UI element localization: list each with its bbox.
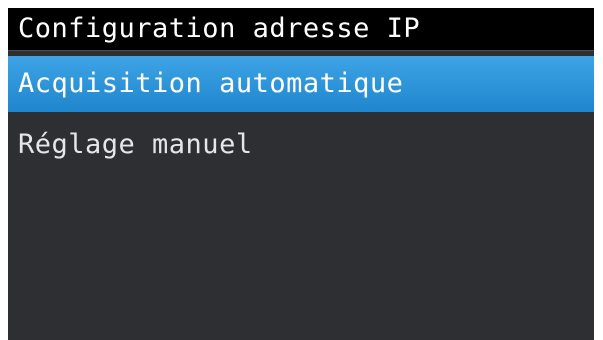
screen-title: Configuration adresse IP (18, 13, 421, 44)
title-bar: Configuration adresse IP (8, 8, 594, 51)
lcd-screen: Configuration adresse IP Acquisition aut… (8, 8, 594, 340)
menu-item-label: Réglage manuel (18, 129, 253, 160)
menu-item-automatic-acquisition[interactable]: Acquisition automatique (8, 56, 594, 112)
menu-item-label: Acquisition automatique (18, 68, 404, 99)
menu-item-manual-setting[interactable]: Réglage manuel (8, 117, 594, 173)
